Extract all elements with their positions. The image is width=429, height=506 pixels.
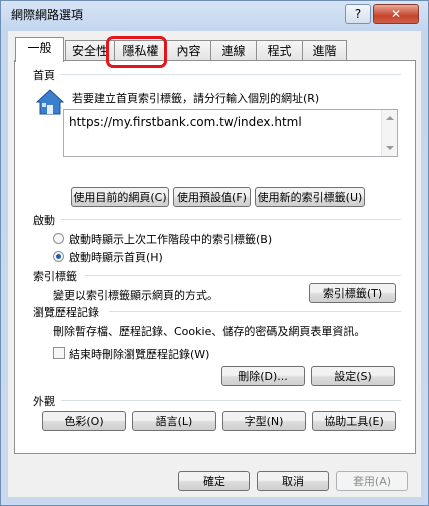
tabs-divider [85,275,401,276]
scroll-down-icon[interactable] [386,146,394,150]
history-divider [109,311,401,312]
help-button[interactable]: ? [345,4,371,24]
house-icon [36,89,64,115]
apply-button[interactable]: 套用(A) [336,471,408,491]
startup-home-label: 啟動時顯示首頁(H) [69,251,163,264]
history-group-label: 瀏覽歷程記錄 [33,306,99,319]
delete-on-exit-label: 結束時刪除瀏覽歷程記錄(W) [69,348,210,361]
languages-button[interactable]: 語言(L) [132,411,216,431]
appearance-divider [61,400,401,401]
use-default-button[interactable]: 使用預設值(F) [173,187,251,207]
tabs-description: 變更以索引標籤顯示網頁的方式。 [53,289,218,302]
history-settings-button[interactable]: 設定(S) [311,366,395,386]
appearance-group-label: 外觀 [33,395,55,408]
history-description: 刪除暫存檔、歷程記錄、Cookie、儲存的密碼及網頁表單資訊。 [53,325,366,338]
dialog-client: 一般 安全性 隱私權 內容 連線 程式 進階 首頁 若要建立首頁索引標籤，請分行… [8,31,421,497]
tab-connections[interactable]: 連線 [210,40,257,61]
delete-on-exit-checkbox[interactable] [53,347,65,359]
ok-button[interactable]: 確定 [178,471,250,491]
window-title: 網際網路選項 [11,8,84,22]
homepage-instruction: 若要建立首頁索引標籤，請分行輸入個別的網址(R) [72,92,320,105]
delete-history-button[interactable]: 刪除(D)... [221,366,305,386]
accessibility-button[interactable]: 協助工具(E) [312,411,396,431]
tabs-group-label: 索引標籤 [33,270,77,283]
url-scrollbar[interactable] [381,110,397,156]
use-new-tab-button[interactable]: 使用新的索引標籤(U) [255,187,365,207]
tabs-settings-button[interactable]: 索引標籤(T) [309,283,396,303]
startup-group-label: 啟動 [33,214,55,227]
cancel-button[interactable]: 取消 [257,471,329,491]
colors-button[interactable]: 色彩(O) [42,411,126,431]
tab-general[interactable]: 一般 [15,37,64,62]
fonts-button[interactable]: 字型(N) [222,411,306,431]
scroll-up-icon[interactable] [386,116,394,120]
internet-options-window: 網際網路選項 ? ✕ 一般 安全性 隱私權 內容 連線 程式 進階 首頁 若要建… [0,0,429,506]
startup-last-session-radio[interactable] [53,233,64,244]
startup-last-session-label: 啟動時顯示上次工作階段中的索引標籤(B) [69,233,273,246]
tab-content[interactable]: 內容 [166,40,211,61]
homepage-url-value: https://my.firstbank.com.tw/index.html [69,115,302,129]
homepage-url-textarea[interactable]: https://my.firstbank.com.tw/index.html [63,109,398,157]
startup-divider [61,219,401,220]
tab-advanced[interactable]: 進階 [302,40,347,61]
close-button[interactable]: ✕ [373,4,419,24]
startup-home-radio[interactable] [53,251,64,262]
tab-programs[interactable]: 程式 [256,40,303,61]
general-tab-panel: 首頁 若要建立首頁索引標籤，請分行輸入個別的網址(R) https://my.f… [14,60,416,454]
use-current-button[interactable]: 使用目前的網頁(C) [71,187,169,207]
homepage-divider [61,74,401,75]
privacy-tab-highlight [106,36,167,68]
homepage-group-label: 首頁 [33,69,55,82]
